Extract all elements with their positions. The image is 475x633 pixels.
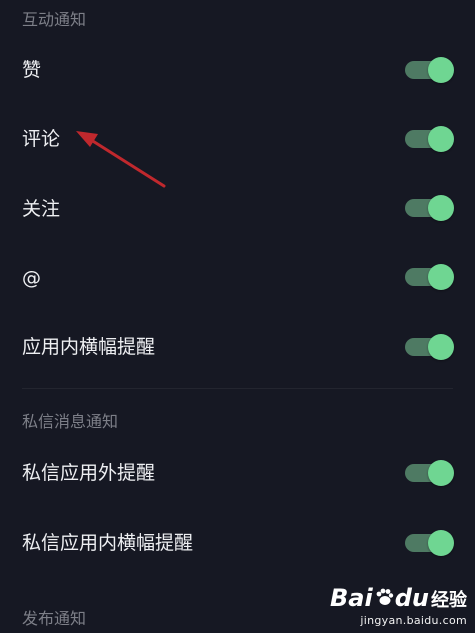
annotation-arrow-icon <box>76 131 166 188</box>
watermark-brand-suffix: du <box>394 584 429 612</box>
watermark-brand-prefix: Bai <box>330 584 373 612</box>
paw-icon <box>374 586 394 612</box>
baidu-watermark: Bai du 经验 jingyan.baidu.com <box>330 585 467 627</box>
watermark-logo: Bai du 经验 <box>330 585 467 614</box>
watermark-url: jingyan.baidu.com <box>360 614 467 627</box>
watermark-brand-cn: 经验 <box>431 590 467 611</box>
notification-settings-screen: 互动通知 赞 评论 关注 @ 应用内横幅提醒 私信消息通知 私信应用外提醒 私信… <box>0 0 475 633</box>
